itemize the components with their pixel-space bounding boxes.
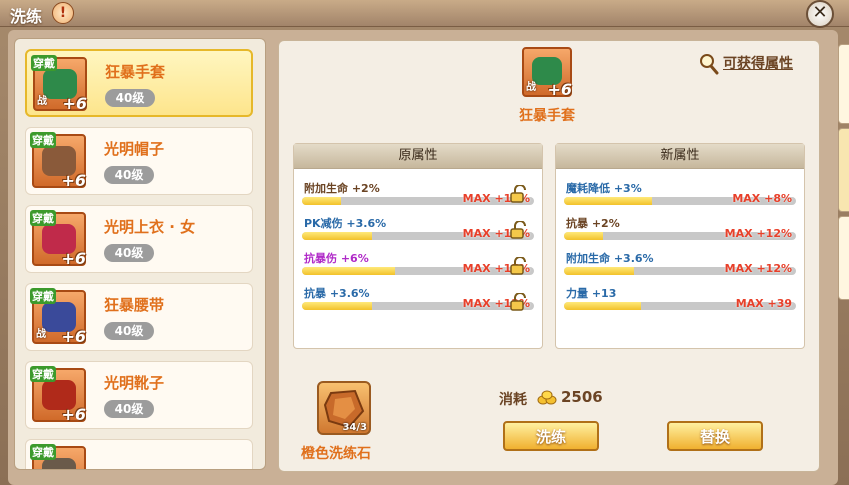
attribute-row: 力量 +13 MAX +39 <box>564 283 796 317</box>
list-item[interactable]: 穿戴 <box>25 439 253 469</box>
attribute-label: 附加生命 +2% <box>304 182 380 195</box>
equipped-badge: 穿戴 <box>30 444 56 460</box>
equipment-icon: 穿戴 +6 <box>30 132 86 190</box>
attribute-bar-fill <box>302 197 342 205</box>
refine-button[interactable]: 洗练 <box>503 421 599 451</box>
refine-stone-slot[interactable]: 34/3 <box>317 381 371 435</box>
lock-icon[interactable] <box>509 257 529 275</box>
equipment-icon: 穿戴 战 +6 <box>31 55 87 113</box>
attribute-bar-fill <box>302 267 395 275</box>
original-attributes-box: 原属性 附加生命 +2% MAX +12% PK减伤 +3.6% MAX +12… <box>293 143 543 349</box>
enhance-level: +6 <box>61 405 86 424</box>
item-level: 40级 <box>105 89 155 107</box>
battle-badge: 战 <box>37 96 47 107</box>
window-title: 洗练 <box>10 7 43 26</box>
attribute-bar-fill <box>564 302 641 310</box>
enhance-level: +6 <box>61 171 86 190</box>
attribute-max: MAX +8% <box>732 192 792 205</box>
refine-panel: 战 +6 狂暴手套 可获得属性 原属性 附加生命 +2% MAX +12% PK… <box>278 40 820 472</box>
equipment-list[interactable]: 穿戴 战 +6 狂暴手套 40级 穿戴 +6 光明帽子 40级 穿戴 +6 光明… <box>14 38 266 470</box>
side-tab-3[interactable] <box>838 216 849 300</box>
attribute-label: 抗暴伤 +6% <box>304 252 369 265</box>
item-name: 光明上衣 · 女 <box>104 218 196 236</box>
attribute-row: 附加生命 +3.6% MAX +12% <box>564 248 796 282</box>
selected-equipment-icon: 战 +6 <box>522 47 572 99</box>
equipped-badge: 穿戴 <box>30 288 56 304</box>
stone-count: 34/3 <box>342 422 367 433</box>
attribute-label: 抗暴 +2% <box>566 217 620 230</box>
equipment-icon: 战 +6 <box>522 47 572 99</box>
list-item[interactable]: 穿戴 +6 光明上衣 · 女 40级 <box>25 205 253 273</box>
attribute-row: PK减伤 +3.6% MAX +12% <box>302 213 534 247</box>
attribute-label: 力量 +13 <box>566 287 617 300</box>
attribute-bar-fill <box>302 302 372 310</box>
attribute-label: 魔耗降低 +3% <box>566 182 642 195</box>
equipped-badge: 穿戴 <box>30 132 56 148</box>
attribute-bar-fill <box>564 267 634 275</box>
item-level: 40级 <box>104 244 154 262</box>
battle-badge: 战 <box>526 82 536 93</box>
magnifier-icon[interactable] <box>699 53 719 75</box>
info-icon[interactable]: ! <box>52 2 74 24</box>
attribute-bar-fill <box>564 232 604 240</box>
list-item[interactable]: 穿戴 +6 光明靴子 40级 <box>25 361 253 429</box>
enhance-level: +6 <box>61 249 86 268</box>
enhance-level: +6 <box>61 327 86 346</box>
equipped-badge: 穿戴 <box>31 55 57 71</box>
side-tab-1[interactable] <box>838 44 849 124</box>
equipment-icon: 穿戴 +6 <box>30 210 86 268</box>
item-level: 40级 <box>104 166 154 184</box>
item-name: 光明靴子 <box>104 374 165 392</box>
item-level: 40级 <box>104 400 154 418</box>
item-name: 狂暴腰带 <box>104 296 165 314</box>
battle-badge: 战 <box>36 329 46 340</box>
attribute-max: MAX +12% <box>724 227 792 240</box>
lock-icon[interactable] <box>509 221 529 239</box>
new-attributes-header: 新属性 <box>556 144 804 169</box>
enhance-level: +6 <box>62 94 87 113</box>
attribute-bar-fill <box>302 232 372 240</box>
item-name: 光明帽子 <box>104 140 165 158</box>
cost-label: 消耗 <box>499 392 527 408</box>
attribute-row: 抗暴 +2% MAX +12% <box>564 213 796 247</box>
obtainable-attributes-link[interactable]: 可获得属性 <box>723 53 793 73</box>
attribute-row: 附加生命 +2% MAX +12% <box>302 178 534 212</box>
side-tab-2[interactable] <box>838 128 849 212</box>
attribute-label: PK减伤 +3.6% <box>304 217 387 230</box>
item-name: 狂暴手套 <box>105 63 166 81</box>
list-item[interactable]: 穿戴 战 +6 狂暴腰带 40级 <box>25 283 253 351</box>
attribute-row: 抗暴伤 +6% MAX +15% <box>302 248 534 282</box>
equipped-badge: 穿戴 <box>30 210 56 226</box>
new-attributes-box: 新属性 魔耗降低 +3% MAX +8% 抗暴 +2% MAX +12% 附加生… <box>555 143 805 349</box>
attribute-row: 抗暴 +3.6% MAX +12% <box>302 283 534 317</box>
equipment-icon: 穿戴 +6 <box>30 366 86 424</box>
list-item[interactable]: 穿戴 战 +6 狂暴手套 40级 <box>25 49 253 117</box>
replace-button[interactable]: 替换 <box>667 421 763 451</box>
attribute-label: 附加生命 +3.6% <box>566 252 654 265</box>
attribute-max: MAX +12% <box>724 262 792 275</box>
list-item[interactable]: 穿戴 +6 光明帽子 40级 <box>25 127 253 195</box>
equipment-icon: 穿戴 战 +6 <box>30 288 86 346</box>
lock-icon[interactable] <box>509 293 529 311</box>
stone-name: 橙色洗练石 <box>301 446 371 462</box>
attribute-max: MAX +39 <box>735 297 792 310</box>
attribute-label: 抗暴 +3.6% <box>304 287 370 300</box>
item-level: 40级 <box>104 322 154 340</box>
title-bar: 洗练 ! <box>0 0 849 27</box>
attribute-row: 魔耗降低 +3% MAX +8% <box>564 178 796 212</box>
equipped-badge: 穿戴 <box>30 366 56 382</box>
enhance-level: +6 <box>547 80 572 99</box>
close-button[interactable]: ✕ <box>806 0 834 28</box>
original-attributes-header: 原属性 <box>294 144 542 169</box>
lock-icon[interactable] <box>509 185 529 203</box>
cost-value: 2506 <box>561 388 603 406</box>
equipment-icon: 穿戴 <box>30 444 86 469</box>
gold-icon <box>537 390 557 405</box>
attribute-bar-fill <box>564 197 653 205</box>
selected-equipment-name: 狂暴手套 <box>519 108 575 124</box>
